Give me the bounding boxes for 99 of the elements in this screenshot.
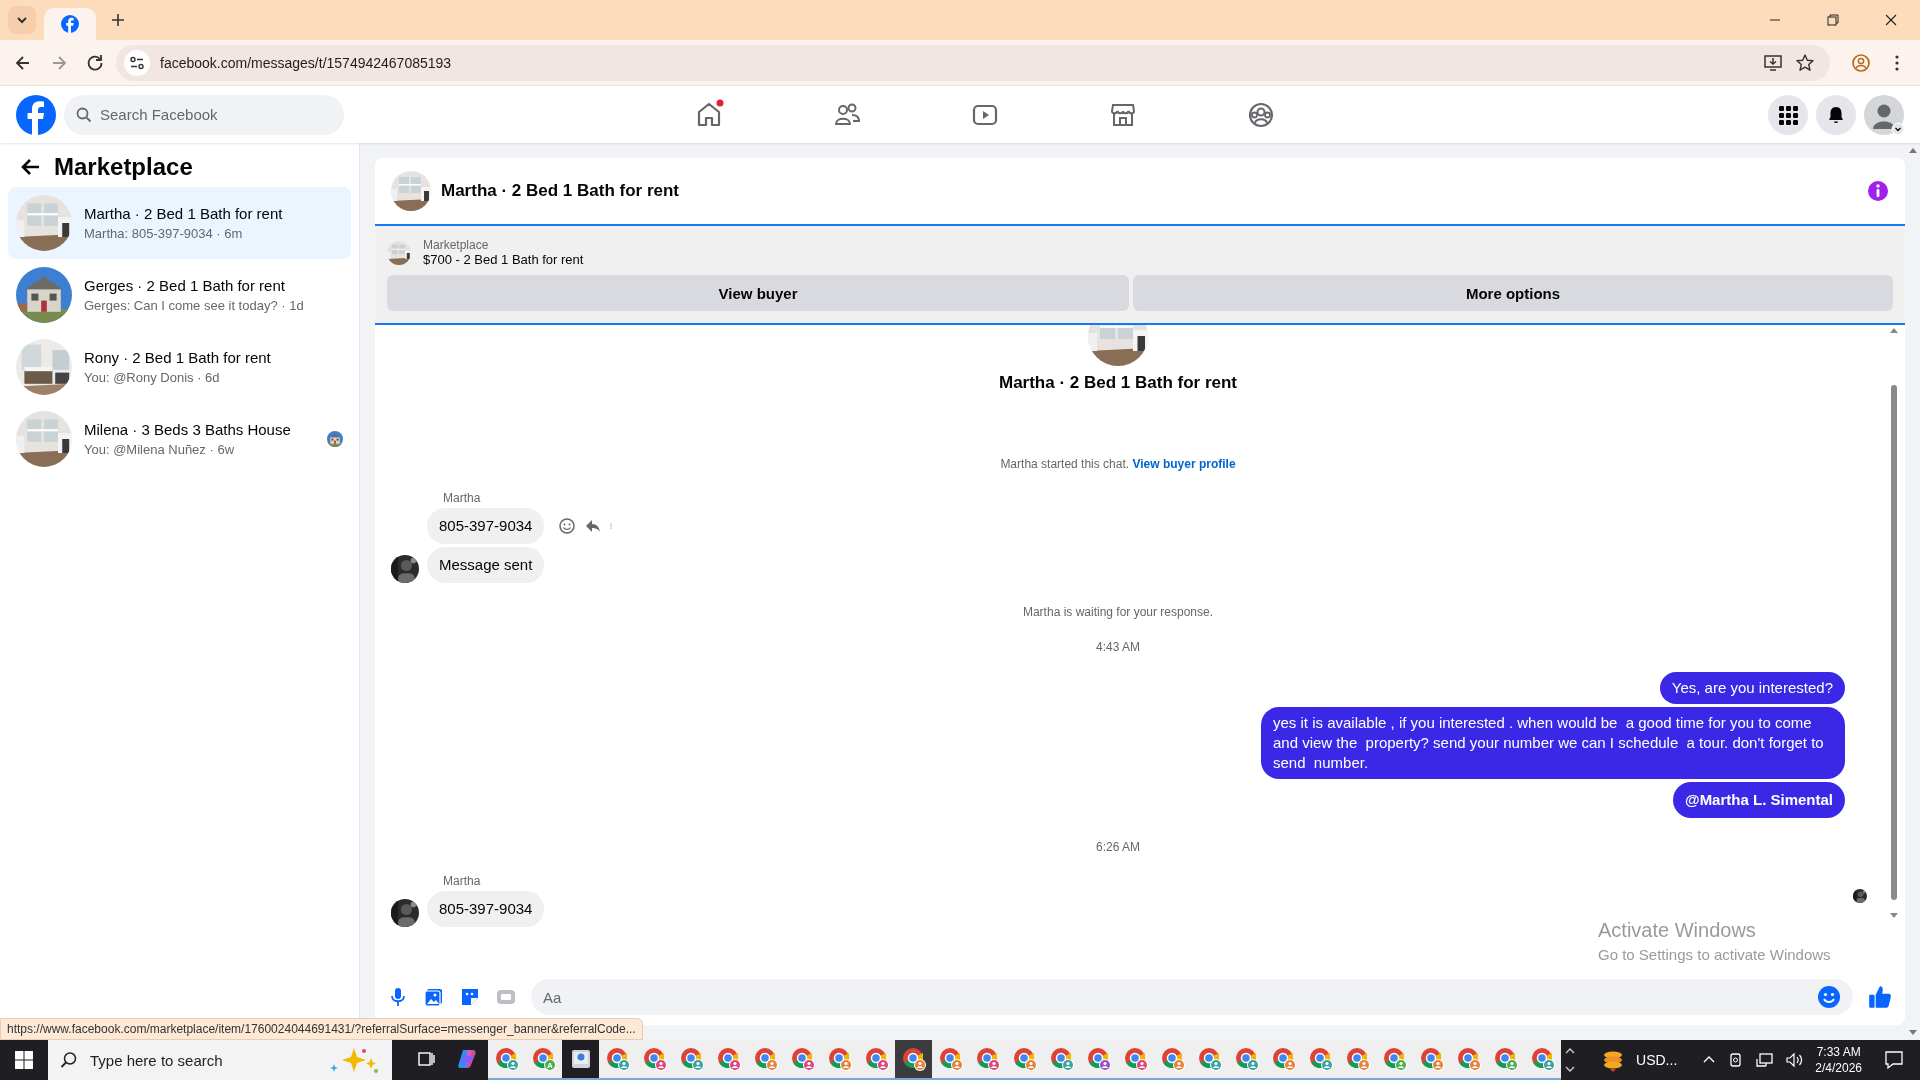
browser-icon [752,1046,779,1072]
facebook-icon [61,15,79,33]
search-icon [76,106,92,123]
info-icon[interactable] [1867,180,1889,202]
conversation-title: Gerges · 2 Bed 1 Bath for rent [84,277,286,294]
timestamp: 6:26 AM [1095,840,1141,854]
message-field[interactable]: Aa [531,979,1853,1015]
browser-icon [826,1046,853,1072]
browser-icon [715,1046,742,1072]
home-icon [695,100,723,129]
status-text: Martha is waiting for your response. [1021,605,1215,619]
browser-icon [1011,1046,1038,1072]
address-bar[interactable]: facebook.com/messages/t/1574942467085193 [116,44,1830,81]
browser-icon [1122,1046,1149,1072]
conversation-preview: Martha: 805-397-9034 · 6m [84,226,244,241]
link-preview-url: https://www.facebook.com/marketplace/item/1760024044691431/?referralSurface=messenger_banner&referralCode... [0,1018,643,1040]
intro-title: Martha · 2 Bed 1 Bath for rent [998,373,1237,393]
view-buyer-button[interactable]: View buyer [387,275,1130,311]
message-bubble: yes it is available , if you interested . when would be a good time for you to come and view the property? send your number we can I schedule a tour. don't forget to send number. [1261,707,1845,779]
browser-icon [789,1046,816,1072]
browser-icon [1196,1046,1223,1072]
tab-list-button[interactable] [8,6,36,34]
plus-icon [111,13,125,27]
browser-icon [1455,1046,1482,1072]
bookmark-star-icon[interactable] [1794,51,1816,74]
chat-title: Martha · 2 Bed 1 Bath for rent [441,181,681,201]
browser-icon [1418,1046,1445,1072]
conversation-item[interactable]: Milena · 3 Beds 3 Baths House You: @Milena Nuñez · 6w [8,403,351,475]
browser-tab[interactable] [44,8,96,40]
time-text: 7:33 AM [1816,1044,1861,1060]
timestamp: 4:43 AM [1095,640,1141,654]
menu-button[interactable] [1768,94,1808,135]
browser-icon [937,1046,964,1072]
message-bubble: 805-397-9034 [427,891,545,927]
caret-icon [16,14,28,26]
group-icon [1247,100,1275,129]
like-icon[interactable] [1867,984,1893,1010]
conversation-title: Milena · 3 Beds 3 Baths House [84,421,292,438]
message-bubble: Yes, are you interested? [1659,672,1845,704]
conversation-preview: You: @Rony Donis · 6d [84,370,221,385]
conversation-title: Rony · 2 Bed 1 Bath for rent [84,349,272,366]
message-bubble: Message sent [427,547,545,583]
message-bubble: 805-397-9034 [427,508,545,544]
browser-icon [493,1046,520,1072]
network-icon[interactable] [1755,1051,1776,1069]
conversation-preview: You: @Milena Nuñez · 6w [84,442,235,457]
browser-icon [1270,1046,1297,1072]
listing-title: $700 - 2 Bed 1 Bath for rent [423,252,584,267]
task-view-icon [416,1049,436,1069]
sidebar-title: Marketplace [54,153,193,181]
browser-icon [1307,1046,1334,1072]
bell-icon [1826,104,1846,125]
activation-notice-title: Activate Windows [1598,919,1757,942]
browser-icon [974,1046,1001,1072]
browser-icon [1085,1046,1112,1072]
conversation-item[interactable]: Gerges · 2 Bed 1 Bath for rent Gerges: Can I come see it today? · 1d [8,259,351,331]
view-buyer-profile-link[interactable]: View buyer profile [1132,457,1236,471]
browser-icon [1048,1046,1075,1072]
browser-icon [678,1046,705,1072]
browser-icon [641,1046,668,1072]
browser-icon [900,1046,927,1072]
mention-bubble: @Martha L. Simental [1673,782,1845,818]
account-button[interactable] [1864,94,1904,135]
facebook-logo[interactable] [16,94,56,135]
browser-icon [1159,1046,1186,1072]
browser-icon [1344,1046,1371,1072]
activation-notice-text: Go to Settings to activate Windows [1598,946,1831,963]
assistant-icon [455,1047,479,1071]
photo-icon[interactable] [423,986,445,1008]
emoji-icon[interactable] [1817,985,1841,1009]
browser-icon [1492,1046,1519,1072]
browser-icon [1381,1046,1408,1072]
browser-icon [1233,1046,1260,1072]
clock[interactable]: 7:33 AM 2/4/2026 [1815,1044,1862,1076]
notifications-button[interactable] [1816,94,1856,135]
search-field[interactable]: Search Facebook [64,94,344,135]
sticker-icon[interactable] [459,986,481,1008]
chat-start-text: Martha started this chat. View buyer profile [999,457,1237,471]
browser-icon [863,1046,890,1072]
search-icon [60,1051,78,1069]
sender-name: Martha [442,874,482,888]
site-settings-icon[interactable] [129,54,145,71]
conversation-item[interactable]: Martha · 2 Bed 1 Bath for rent Martha: 805-397-9034 · 6m [8,187,351,259]
windows-icon [15,1051,33,1069]
grid-icon [1778,104,1798,125]
conversation-item[interactable]: Rony · 2 Bed 1 Bath for rent You: @Rony Donis · 6d [8,331,351,403]
conversation-title: Martha · 2 Bed 1 Bath for rent [84,205,284,222]
smiley-icon[interactable] [558,517,577,535]
app-icon [569,1048,592,1070]
taskbar-app[interactable] [895,1040,932,1080]
tray-label[interactable]: USD... [1636,1052,1678,1068]
browser-icon [1529,1046,1556,1072]
conversation-preview: Gerges: Can I come see it today? · 1d [84,298,305,313]
browser-icon [604,1046,631,1072]
listing-label: Marketplace [423,238,490,252]
taskbar-search-field[interactable]: Type here to search [48,1040,392,1080]
date-text: 2/4/2026 [1815,1060,1862,1076]
sender-name: Martha [442,491,482,505]
more-options-button[interactable]: More options [1133,275,1893,311]
